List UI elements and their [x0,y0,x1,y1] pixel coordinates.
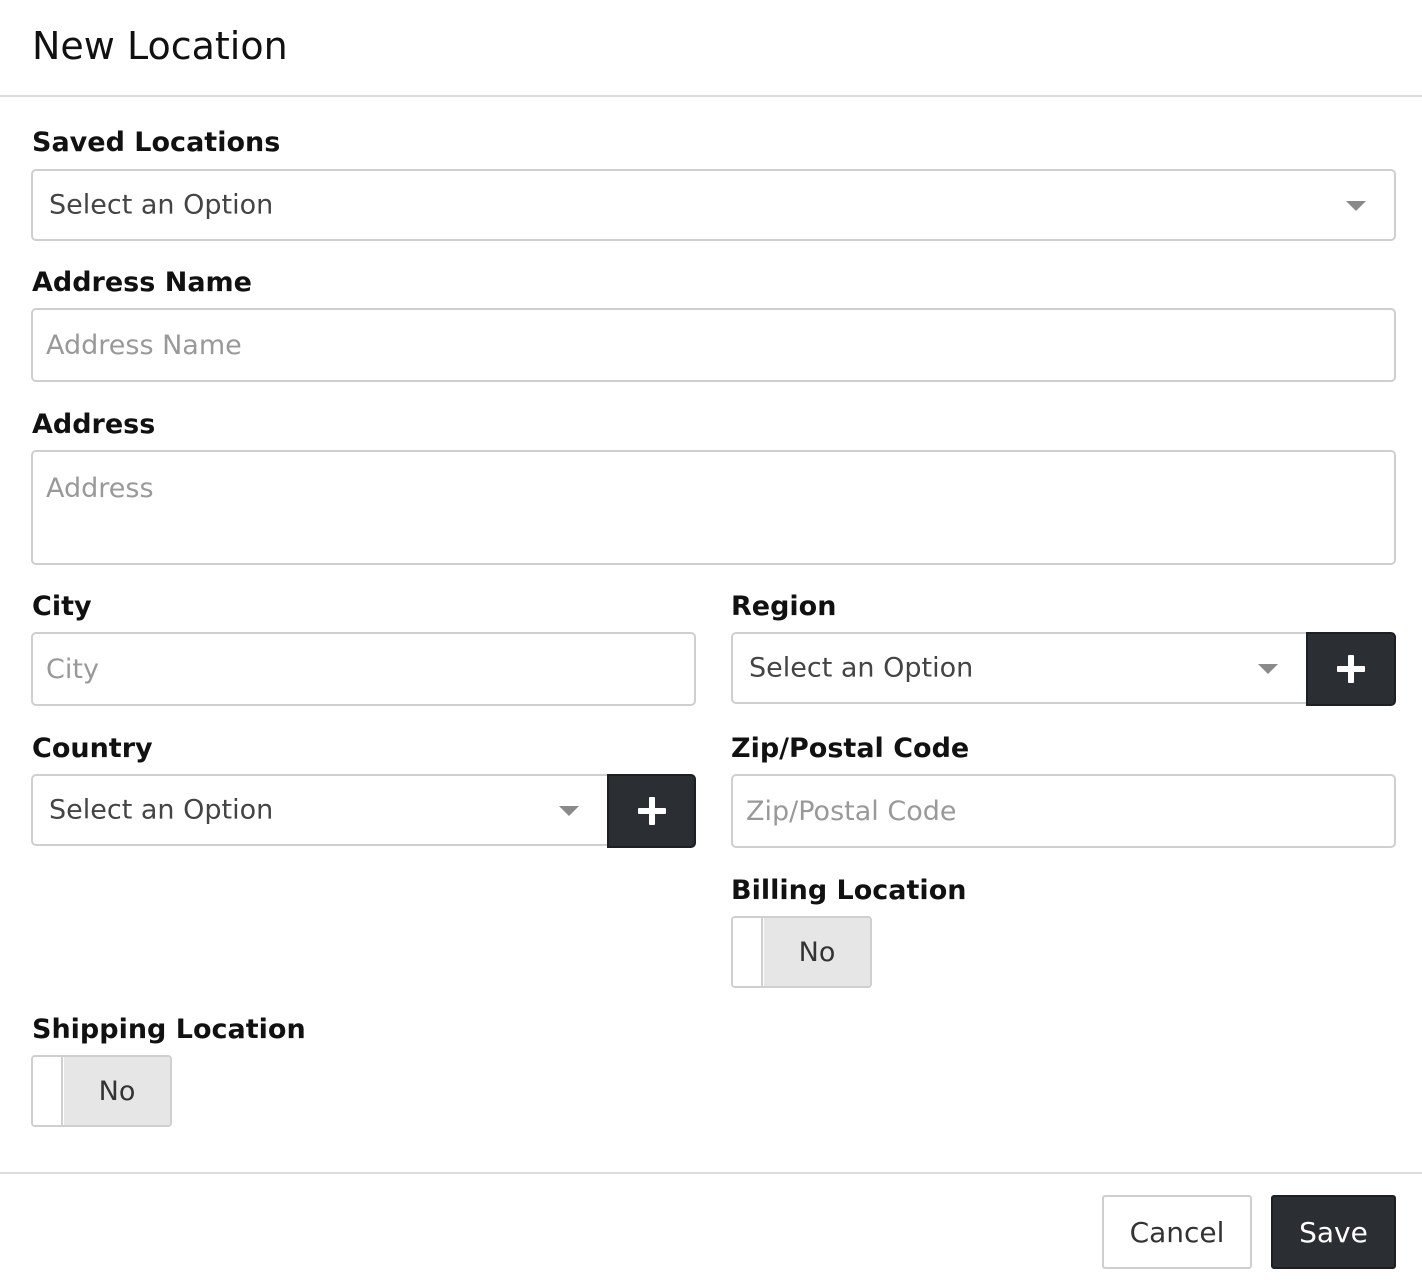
country-selected-value: Select an Option [49,794,274,826]
chevron-down-icon [559,806,579,816]
new-location-modal: New Location Saved Locations Select an O… [0,0,1422,1281]
address-textarea[interactable] [31,450,1396,565]
region-select[interactable]: Select an Option [731,632,1308,704]
address-name-label: Address Name [32,267,252,298]
address-label: Address [32,409,156,440]
saved-locations-label: Saved Locations [32,127,281,158]
billing-location-label: Billing Location [731,875,967,906]
zip-postal-code-input[interactable] [731,774,1396,848]
country-label: Country [32,733,153,764]
modal-header: New Location [0,0,1422,97]
toggle-knob [33,1057,63,1125]
billing-location-toggle[interactable]: No [731,916,872,988]
region-selected-value: Select an Option [749,652,974,684]
add-region-button[interactable] [1306,632,1396,706]
region-label: Region [731,591,837,622]
shipping-location-state: No [64,1057,170,1125]
plus-icon [637,797,666,825]
save-button[interactable]: Save [1271,1195,1396,1269]
toggle-knob [733,918,763,986]
add-country-button[interactable] [607,774,696,848]
billing-location-state: No [764,918,870,986]
city-label: City [32,591,92,622]
saved-locations-selected-value: Select an Option [49,189,274,221]
city-input[interactable] [31,632,696,706]
shipping-location-label: Shipping Location [32,1014,306,1045]
cancel-button[interactable]: Cancel [1102,1195,1252,1269]
address-name-input[interactable] [31,308,1396,382]
country-select[interactable]: Select an Option [31,774,609,846]
chevron-down-icon [1346,201,1366,211]
chevron-down-icon [1258,664,1278,674]
plus-icon [1337,655,1365,683]
modal-title: New Location [32,24,288,68]
zip-postal-code-label: Zip/Postal Code [731,733,970,764]
shipping-location-toggle[interactable]: No [31,1055,172,1127]
saved-locations-select[interactable]: Select an Option [31,169,1396,241]
footer-divider [0,1172,1422,1174]
